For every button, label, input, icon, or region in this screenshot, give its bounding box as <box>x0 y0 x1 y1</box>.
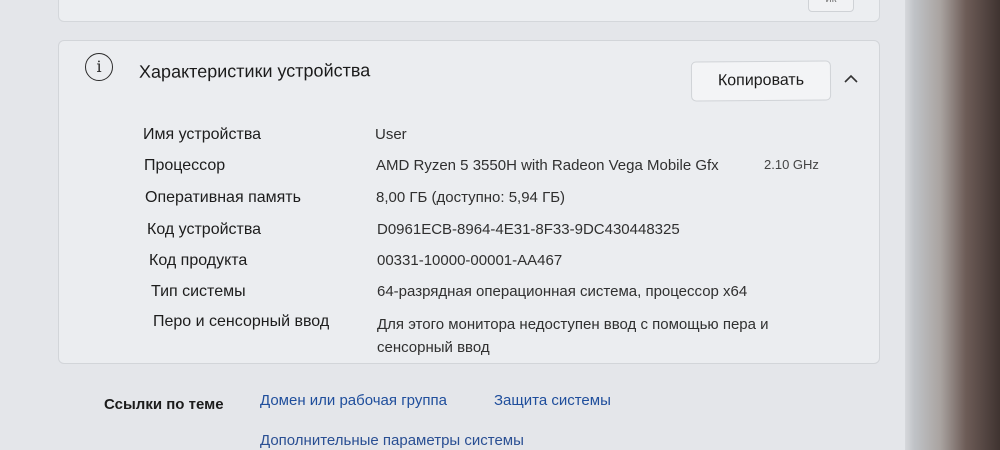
spec-row-device-id: Код устройства D0961ECB-8964-4E31-8F33-9… <box>59 221 879 251</box>
top-card-button[interactable]: ик <box>808 0 854 12</box>
spec-label: Оперативная память <box>145 189 301 206</box>
spec-value: D0961ECB-8964-4E31-8F33-9DC430448325 <box>377 221 680 238</box>
settings-window: ик i Характеристики устройства Копироват… <box>0 0 915 450</box>
link-system-protection[interactable]: Защита системы <box>494 392 611 409</box>
info-icon: i <box>85 53 113 81</box>
previous-card <box>58 0 880 22</box>
spec-row-processor: Процессор AMD Ryzen 5 3550H with Radeon … <box>59 157 879 187</box>
device-specs-title: Характеристики устройства <box>138 60 371 82</box>
spec-value: User <box>375 126 407 143</box>
related-links: Ссылки по теме Домен или рабочая группа … <box>58 380 878 430</box>
spec-row-device-name: Имя устройства User <box>59 126 879 156</box>
related-links-title: Ссылки по теме <box>104 396 224 413</box>
link-advanced-system-settings[interactable]: Дополнительные параметры системы <box>260 432 524 449</box>
spec-row-product-id: Код продукта 00331-10000-00001-AA467 <box>59 252 879 282</box>
desktop-background <box>915 0 1000 450</box>
copy-button[interactable]: Копировать <box>690 60 832 102</box>
spec-label: Код продукта <box>149 252 248 269</box>
spec-row-ram: Оперативная память 8,00 ГБ (доступно: 5,… <box>59 189 879 219</box>
spec-label: Перо и сенсорный ввод <box>153 313 330 330</box>
link-domain-workgroup[interactable]: Домен или рабочая группа <box>260 392 447 409</box>
device-specs-card: i Характеристики устройства Копировать И… <box>58 40 880 364</box>
spec-value: 8,00 ГБ (доступно: 5,94 ГБ) <box>376 189 566 206</box>
spec-value-extra: 2.10 GHz <box>764 157 819 172</box>
spec-label: Процессор <box>144 157 226 174</box>
spec-label: Имя устройства <box>143 126 262 143</box>
spec-row-pen-touch: Перо и сенсорный ввод Для этого монитора… <box>59 313 879 363</box>
spec-value: 00331-10000-00001-AA467 <box>377 252 563 269</box>
spec-row-system-type: Тип системы 64-разрядная операционная си… <box>59 283 879 313</box>
spec-value: 64-разрядная операционная система, проце… <box>377 283 748 300</box>
spec-label: Тип системы <box>151 283 246 300</box>
spec-value: Для этого монитора недоступен ввод с пом… <box>377 316 769 356</box>
device-specs-header[interactable]: i Характеристики устройства Копировать <box>59 41 879 116</box>
spec-value: AMD Ryzen 5 3550H with Radeon Vega Mobil… <box>376 157 719 174</box>
chevron-up-icon[interactable] <box>839 69 863 89</box>
spec-label: Код устройства <box>147 221 262 238</box>
